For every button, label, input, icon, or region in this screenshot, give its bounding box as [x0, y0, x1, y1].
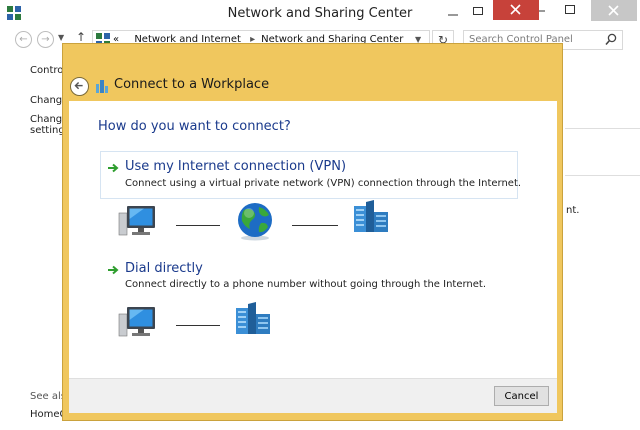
connection-line	[176, 225, 220, 226]
up-arrow-icon[interactable]: ↑	[76, 30, 86, 44]
connection-line	[292, 225, 338, 226]
computer-icon	[118, 307, 155, 337]
dialog-title: Connect to a Workplace	[114, 77, 270, 92]
dialog-footer	[69, 378, 557, 413]
content-text-fragment: nt.	[566, 205, 580, 216]
green-arrow-icon	[108, 265, 119, 275]
dialog-minimize-icon[interactable]	[447, 8, 461, 18]
option-dial-title[interactable]: Dial directly	[125, 261, 203, 276]
close-button[interactable]	[591, 0, 637, 21]
connection-line	[176, 325, 220, 326]
content-divider	[565, 175, 640, 176]
content-divider	[565, 128, 640, 129]
window-titlebar: Network and Sharing Center	[0, 0, 640, 27]
recent-locations-chevron-icon[interactable]: ▼	[58, 33, 64, 42]
option-vpn-description: Connect using a virtual private network …	[125, 178, 522, 189]
green-arrow-icon	[108, 163, 119, 173]
forward-arrow-icon[interactable]: →	[37, 31, 54, 48]
option-dial-description: Connect directly to a phone number witho…	[125, 279, 487, 290]
network-icon	[96, 80, 108, 93]
dialog-back-button[interactable]	[70, 77, 89, 96]
search-icon[interactable]	[605, 33, 617, 46]
cancel-button[interactable]: Cancel	[494, 386, 549, 406]
dialog-close-button[interactable]	[493, 0, 539, 20]
maximize-button[interactable]	[557, 0, 583, 21]
globe-icon	[238, 203, 272, 241]
computer-icon	[118, 206, 155, 236]
dialog-question: How do you want to connect?	[98, 119, 291, 134]
building-icon	[236, 302, 270, 334]
building-icon	[354, 200, 388, 232]
back-arrow-icon	[74, 81, 83, 90]
back-arrow-icon[interactable]: ←	[15, 31, 32, 48]
dialog-maximize-icon[interactable]	[472, 6, 484, 16]
sidebar-control-panel-home-link[interactable]: Control	[30, 65, 66, 76]
option-vpn-title[interactable]: Use my Internet connection (VPN)	[125, 159, 346, 174]
